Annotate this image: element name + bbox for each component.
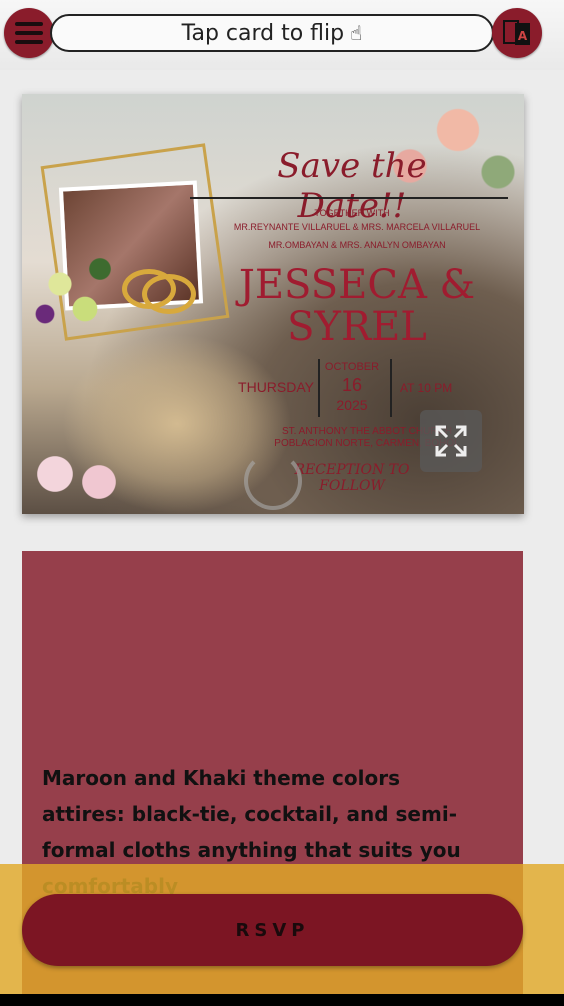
- year: 2025: [336, 397, 368, 413]
- day-of-week: THURSDAY: [238, 379, 314, 395]
- parents-line-1: MR.REYNANTE VILLARUEL & MRS. MARCELA VIL…: [233, 222, 481, 232]
- names-line-1: JESSECA &: [238, 262, 476, 308]
- couple-names: JESSECA & SYREL: [222, 264, 492, 348]
- language-toggle-button[interactable]: A: [492, 8, 542, 58]
- bottom-bar: [0, 994, 564, 1006]
- rsvp-button[interactable]: RSVP: [22, 894, 523, 966]
- expand-icon: [435, 425, 467, 457]
- divider: [318, 359, 320, 417]
- divider: [190, 197, 508, 199]
- menu-button[interactable]: [4, 8, 54, 58]
- divider: [390, 359, 392, 417]
- fullscreen-button[interactable]: [420, 410, 482, 472]
- translate-icon: A: [503, 20, 530, 45]
- svg-text:A: A: [518, 29, 528, 43]
- together-with-text: TOGETHER WITH: [314, 208, 390, 218]
- day-number: 16: [341, 375, 363, 395]
- hamburger-icon: [15, 22, 43, 44]
- names-line-2: SYREL: [287, 304, 427, 350]
- ring-decoration: [142, 274, 196, 314]
- parents-line-2: MR.OMBAYAN & MRS. ANALYN OMBAYAN: [268, 240, 446, 250]
- month: OCTOBER: [324, 361, 380, 373]
- flip-hint-text: Tap card to flip: [181, 20, 345, 46]
- flower-decoration: [22, 434, 132, 514]
- invitation-card[interactable]: Save the Date!! TOGETHER WITH MR.REYNANT…: [22, 94, 524, 514]
- hand-pointer-icon: ☝: [350, 21, 363, 45]
- loading-spinner: [244, 452, 302, 510]
- flip-hint-bar: Tap card to flip ☝: [50, 14, 494, 52]
- date-block: THURSDAY OCTOBER 16 2025 AT 10 PM: [230, 359, 490, 417]
- flower-decoration: [30, 244, 130, 344]
- time: AT 10 PM: [400, 381, 453, 395]
